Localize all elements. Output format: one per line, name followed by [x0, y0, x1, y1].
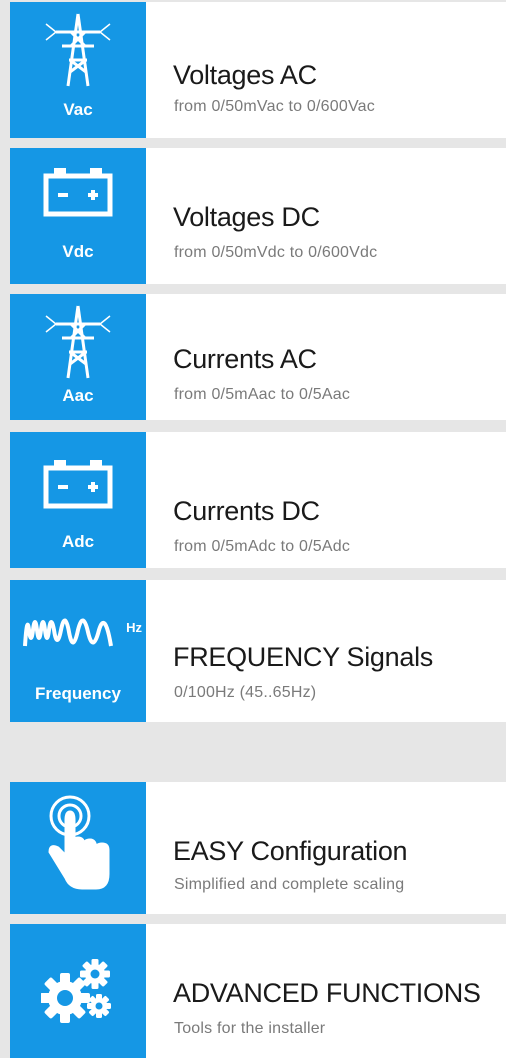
item-subtitle: from 0/5mAac to 0/5Aac [174, 386, 351, 403]
list-item: Aac Currents AC from 0/5mAac to 0/5Aac [10, 294, 506, 420]
item-title: Voltages DC [173, 202, 320, 232]
icon-tile: Vac [10, 2, 146, 138]
icon-tile [10, 924, 146, 1058]
feature-title: EASY Configuration [173, 836, 408, 866]
item-title: Currents DC [173, 496, 320, 526]
item-title: FREQUENCY Signals [173, 642, 433, 672]
badge-label: Vac [63, 100, 93, 119]
badge-label: Frequency [35, 684, 121, 703]
item-title: Currents AC [173, 344, 317, 374]
list-item: Adc Currents DC from 0/5mAdc to 0/5Adc [10, 432, 506, 568]
icon-tile [10, 782, 146, 914]
power-pylon-icon [10, 302, 146, 382]
feature-subtitle: Simplified and complete scaling [174, 876, 405, 893]
list-item: Vac Voltages AC from 0/50mVac to 0/600Va… [10, 2, 506, 138]
feature-title: ADVANCED FUNCTIONS [173, 978, 481, 1008]
item-subtitle: from 0/50mVdc to 0/600Vdc [174, 244, 378, 261]
list-item: Vdc Voltages DC from 0/50mVdc to 0/600Vd… [10, 148, 506, 284]
badge-label: Aac [62, 386, 94, 405]
icon-tile: Hz Frequency [10, 580, 146, 722]
list-item: Hz Frequency FREQUENCY Signals 0/100Hz (… [10, 580, 506, 722]
battery-icon [10, 460, 146, 510]
icon-tile: Aac [10, 294, 146, 420]
waveform-icon [0, 610, 146, 654]
feature-item: ADVANCED FUNCTIONS Tools for the install… [10, 924, 506, 1058]
icon-tile: Vdc [10, 148, 146, 284]
feature-item: EASY Configuration Simplified and comple… [10, 782, 506, 914]
battery-icon [10, 168, 146, 218]
feature-subtitle: Tools for the installer [174, 1020, 326, 1037]
item-title: Voltages AC [173, 60, 317, 90]
icon-tile: Adc [10, 432, 146, 568]
item-subtitle: from 0/5mAdc to 0/5Adc [174, 538, 351, 555]
gears-icon [10, 958, 146, 1024]
badge-label: Vdc [62, 242, 94, 261]
power-pylon-icon [10, 10, 146, 90]
waveform-icon-hz-label: Hz [126, 620, 142, 635]
item-subtitle: from 0/50mVac to 0/600Vac [174, 98, 375, 115]
item-subtitle: 0/100Hz (45..65Hz) [174, 684, 317, 701]
touch-hand-icon [10, 792, 146, 896]
badge-label: Adc [61, 532, 95, 551]
